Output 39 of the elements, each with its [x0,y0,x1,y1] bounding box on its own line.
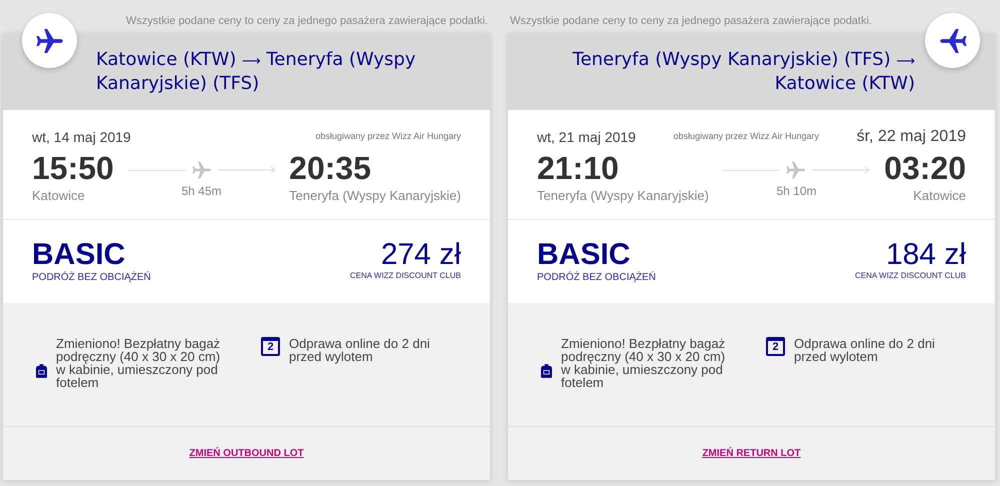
calendar-icon: 2 [766,337,785,356]
calendar-icon: 2 [261,337,280,356]
fare-subtitle: PODRÓŻ BEZ OBCIĄŻEŃ [32,270,151,285]
price: 184 zł [886,240,966,270]
departure-time: 21:10 [537,150,620,186]
change-flight-link[interactable]: ZMIEŃ RETURN LOT [702,446,801,461]
fare-name: BASIC [537,240,632,270]
flight-duration: 5h 45m [181,183,222,200]
departure-city: Katowice [32,187,86,205]
change-flight-link[interactable]: ZMIEŃ OUTBOUND LOT [189,446,304,461]
arrival-time: 03:20 [884,150,966,186]
arrival-date: śr, 22 maj 2019 [856,127,966,147]
departure-city: Teneryfa (Wyspy Kanaryjskie) [537,187,709,205]
flight-duration: 5h 10m [776,183,816,200]
departure-time: 15:50 [32,150,114,186]
arrival-city: Teneryfa (Wyspy Kanaryjskie) [289,187,461,205]
departure-date: wt, 21 maj 2019 [537,128,636,147]
price: 274 zł [380,240,461,270]
feature-text: Odprawa online do 2 dni przed wylotem [289,337,431,363]
price-label: CENA WIZZ DISCOUNT CLUB [350,270,461,282]
feature-text: Odprawa online do 2 dni przed wylotem [794,337,936,363]
backpack-icon [541,363,552,378]
feature-text: Zmieniono! Bezpłatny bagaż podręczny (40 x 30 x 20 cm) w kabinie, umieszczony pod fotelem [561,337,726,389]
operator-note: obsługiwany przez Wizz Air Hungary [315,130,461,144]
arrival-time: 20:35 [289,150,371,186]
price-note: Wszystkie podane ceny to ceny za jednego pasażera zawierające podatki. [510,14,872,28]
route-title: Katowice (KTW) ⟶ Teneryfa (Wyspy Kanaryjskie) (TFS) [96,48,417,94]
arrow-line [812,166,870,174]
departure-date: wt, 14 maj 2019 [32,128,131,147]
feature-text: Zmieniono! Bezpłatny bagaż podręczny (40 x 30 x 20 cm) w kabinie, umieszczony pod fotelem [56,337,222,389]
fare-subtitle: PODRÓŻ BEZ OBCIĄŻEŃ [537,270,656,285]
price-label: CENA WIZZ DISCOUNT CLUB [855,270,966,282]
route-title: Teneryfa (Wyspy Kanaryjskie) (TFS) ⟶ Katowice (KTW) [572,48,915,94]
price-note: Wszystkie podane ceny to ceny za jednego pasażera zawierające podatki. [126,14,488,28]
arrival-city: Katowice [913,187,966,205]
backpack-icon [36,363,47,378]
operator-note: obsługiwany przez Wizz Air Hungary [673,130,819,144]
fare-name: BASIC [32,240,126,270]
arrow-line [218,166,276,174]
